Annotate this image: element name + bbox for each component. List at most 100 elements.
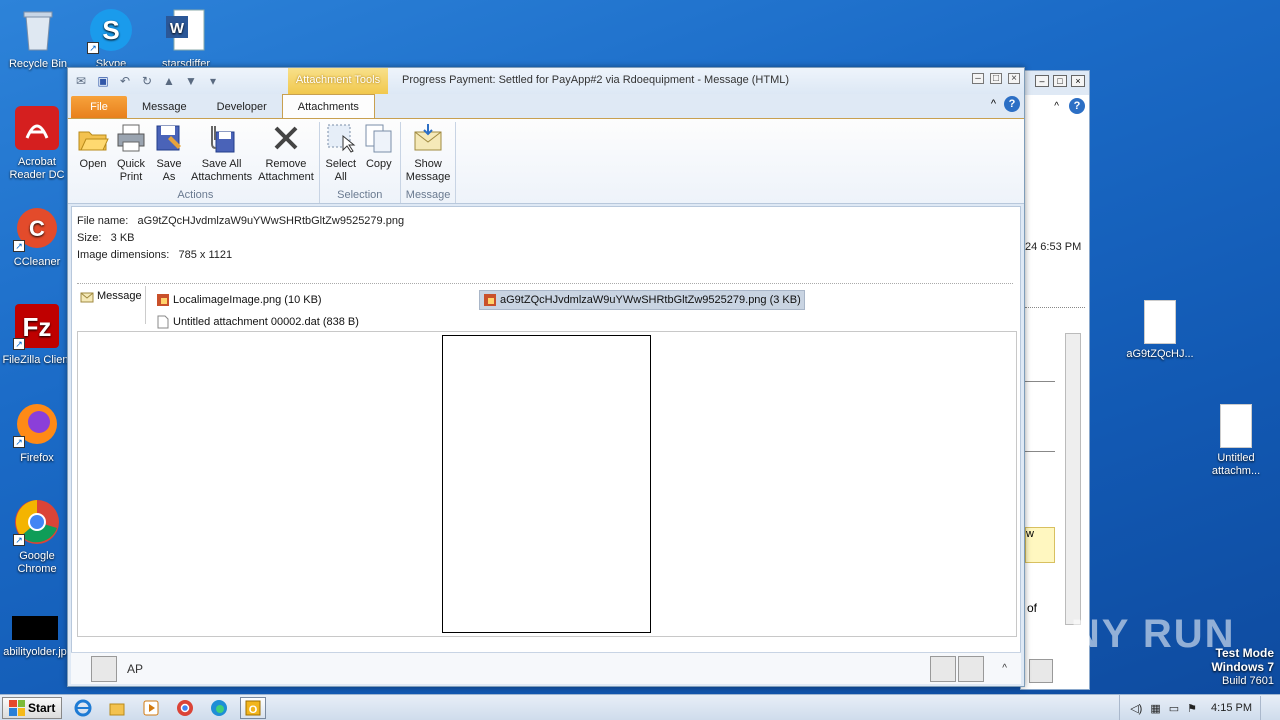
desktop-icon-png-file[interactable]: aG9tZQcHJ... xyxy=(1122,300,1198,361)
svg-text:Fz: Fz xyxy=(23,312,52,342)
quick-print-label-1: Quick xyxy=(116,158,146,170)
desktop-icon-abilityolder[interactable]: abilityolder.jp xyxy=(0,614,73,659)
firefox-icon: ↗ xyxy=(13,400,61,448)
tab-attachments[interactable]: Attachments xyxy=(281,94,375,118)
system-tray: ◁) ▦ ▭ ⚑ 4:15 PM xyxy=(1119,695,1280,720)
chrome-taskbar-icon[interactable] xyxy=(172,697,198,719)
anyrun-watermark: ANY RUN xyxy=(1040,612,1236,656)
attachment-item[interactable]: LocalimageImage.png (10 KB) xyxy=(153,290,325,310)
skype-icon: S ↗ xyxy=(87,6,135,54)
collapse-ribbon-icon[interactable]: ^ xyxy=(991,98,996,110)
desktop-icon-label: starsdiffer xyxy=(161,58,211,66)
desktop-icon-skype[interactable]: S ↗ Skype xyxy=(73,6,149,66)
clock[interactable]: 4:15 PM xyxy=(1205,702,1252,714)
save-all-label-2: Attachments xyxy=(191,171,253,183)
explorer-taskbar-icon[interactable] xyxy=(104,697,130,719)
ribbon-tabs: File Message Developer Attachments ^ ? xyxy=(68,94,1024,118)
avatar xyxy=(1029,659,1053,683)
open-label: Open xyxy=(79,158,107,170)
network-icon[interactable]: ▦ xyxy=(1150,702,1160,715)
copy-button[interactable]: Copy xyxy=(360,122,398,188)
flag-icon[interactable]: ⚑ xyxy=(1187,702,1197,715)
attachment-item[interactable]: Untitled attachment 00002.dat (838 B) xyxy=(153,312,362,332)
message-window[interactable]: ✉ ▣ ↶ ↻ ▲ ▼ ▾ Attachment Tools Progress … xyxy=(67,67,1025,687)
desktop-icon-acrobat[interactable]: Acrobat Reader DC xyxy=(0,104,75,182)
image-preview-area[interactable] xyxy=(77,331,1017,637)
word-doc-icon: W xyxy=(162,6,210,54)
tab-developer[interactable]: Developer xyxy=(202,96,282,118)
save-all-attachments-button[interactable]: Save All Attachments xyxy=(188,122,255,188)
tab-message[interactable]: Message xyxy=(127,96,202,118)
help-icon[interactable]: ? xyxy=(1069,98,1085,114)
avatar[interactable] xyxy=(958,655,985,682)
close-icon[interactable]: × xyxy=(1008,73,1020,84)
desktop-icon-ccleaner[interactable]: C ↗ CCleaner xyxy=(0,204,75,269)
ccleaner-icon: C ↗ xyxy=(13,204,61,252)
avatar[interactable] xyxy=(930,655,957,682)
outlook-taskbar-icon[interactable]: O xyxy=(240,696,267,719)
attachment-item-selected[interactable]: aG9tZQcHJvdmlzaW9uYWwSHRtbGltZw9525279.p… xyxy=(479,290,805,310)
avatar xyxy=(91,655,117,682)
quick-print-button[interactable]: Quick Print xyxy=(112,122,150,188)
desktop-icon-starsdiffer[interactable]: W starsdiffer xyxy=(148,6,224,66)
group-label-selection: Selection xyxy=(337,189,383,201)
desktop-icon-recycle-bin[interactable]: Recycle Bin xyxy=(0,6,76,71)
expand-people-pane-icon[interactable]: ^ xyxy=(994,663,1021,674)
preview-image xyxy=(442,335,651,633)
internet-explorer-taskbar-icon[interactable] xyxy=(70,697,96,719)
watermark-line: Build 7601 xyxy=(1222,675,1274,687)
group-label-message: Message xyxy=(405,189,451,201)
ribbon-group-selection: Select All Copy Selection xyxy=(320,122,401,203)
maximize-icon[interactable]: □ xyxy=(1053,75,1067,87)
divider xyxy=(1025,381,1055,382)
desktop-icon-firefox[interactable]: ↗ Firefox xyxy=(0,400,75,465)
show-message-button[interactable]: Show Message xyxy=(403,122,454,188)
down-arrow-icon[interactable]: ▼ xyxy=(182,72,200,90)
redo-icon[interactable]: ↻ xyxy=(138,72,156,90)
help-icon[interactable]: ? xyxy=(1004,96,1020,112)
minimize-icon[interactable]: – xyxy=(972,73,984,84)
png-file-icon xyxy=(1144,300,1176,344)
recycle-bin-icon xyxy=(14,6,62,54)
size-value: 3 KB xyxy=(110,232,135,244)
speaker-icon[interactable]: ◁) xyxy=(1130,702,1142,715)
chrome-icon: ↗ xyxy=(13,498,61,546)
sender-name[interactable]: AP xyxy=(127,662,143,676)
customize-qat-icon[interactable]: ▾ xyxy=(204,72,222,90)
window-controls: – □ × xyxy=(972,73,1020,84)
background-window[interactable]: – □ × ^ ? 24 6:53 PM w of xyxy=(1020,70,1090,690)
save-all-label-1: Save All xyxy=(201,158,242,170)
up-arrow-icon[interactable]: ▲ xyxy=(160,72,178,90)
undo-icon[interactable]: ↶ xyxy=(116,72,134,90)
save-icon[interactable]: ▣ xyxy=(94,72,112,90)
media-player-taskbar-icon[interactable] xyxy=(138,697,164,719)
desktop-icon-dat-file[interactable]: Untitled attachm... xyxy=(1198,404,1274,478)
close-icon[interactable]: × xyxy=(1071,75,1085,87)
desktop-icon-chrome[interactable]: ↗ Google Chrome xyxy=(0,498,75,576)
save-as-button[interactable]: Save As xyxy=(150,122,188,188)
desktop-icon-filezilla[interactable]: Fz ↗ FileZilla Client xyxy=(0,302,75,367)
power-icon[interactable]: ▭ xyxy=(1169,702,1179,715)
open-button[interactable]: Open xyxy=(74,122,112,188)
people-avatars xyxy=(930,655,985,682)
tab-file[interactable]: File xyxy=(71,96,127,118)
start-button[interactable]: Start xyxy=(2,696,63,719)
svg-text:O: O xyxy=(249,704,258,716)
collapse-ribbon-icon[interactable]: ^ xyxy=(1054,101,1059,112)
select-all-button[interactable]: Select All xyxy=(322,122,360,188)
show-desktop-button[interactable] xyxy=(1260,696,1270,720)
attachment-name: aG9tZQcHJvdmlzaW9uYWwSHRtbGltZw9525279.p… xyxy=(500,294,801,306)
scrollbar[interactable] xyxy=(1065,333,1081,625)
remove-attachment-button[interactable]: Remove Attachment xyxy=(255,122,317,188)
window-title: Progress Payment: Settled for PayApp#2 v… xyxy=(402,74,790,86)
quick-print-label-2: Print xyxy=(119,171,143,183)
edge-taskbar-icon[interactable] xyxy=(206,697,232,719)
minimize-icon[interactable]: – xyxy=(1035,75,1049,87)
desktop-icon-label: CCleaner xyxy=(13,256,61,268)
maximize-icon[interactable]: □ xyxy=(990,73,1002,84)
desktop-icon-label: Untitled attachm... xyxy=(1211,452,1261,477)
copy-icon xyxy=(365,124,392,153)
desktop-icon-label: Firefox xyxy=(20,452,54,464)
desktop-icon-label: Recycle Bin xyxy=(8,58,68,70)
message-attachment-tab[interactable]: Message xyxy=(77,286,146,324)
